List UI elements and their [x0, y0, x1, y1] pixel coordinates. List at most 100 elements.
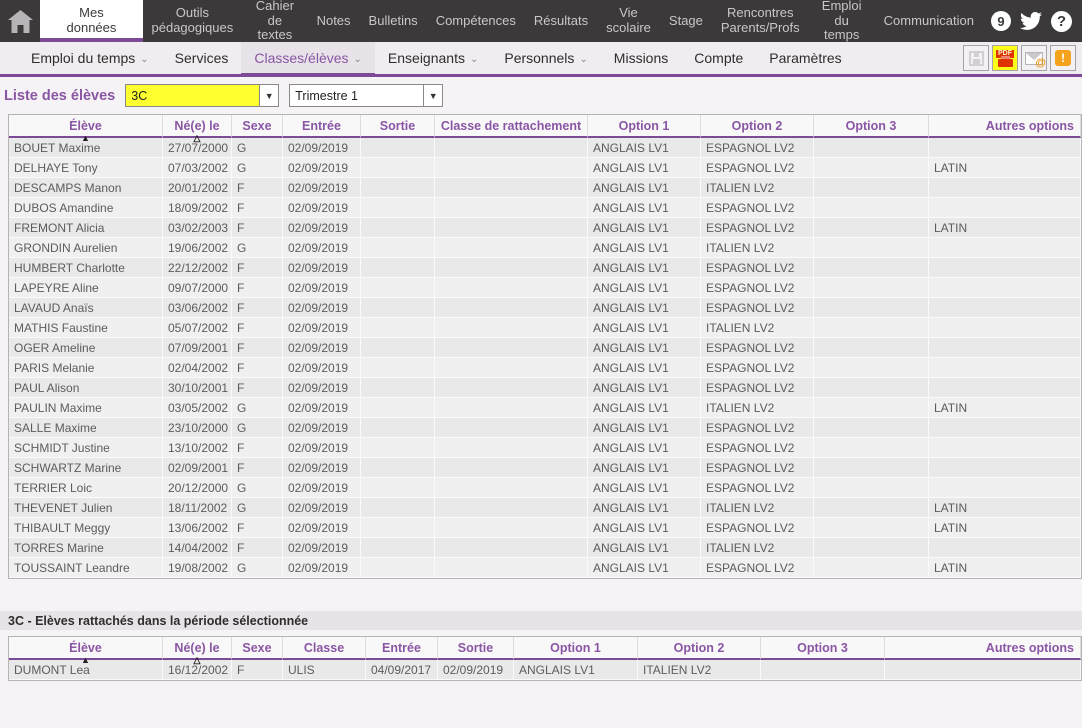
student-row[interactable]: THEVENET Julien 18/11/2002 G 02/09/2019 ANGL… — [9, 498, 1081, 518]
subnav-missions[interactable]: Missions — [601, 42, 681, 74]
subnav-personnels[interactable]: Personnels ⌄ — [491, 42, 600, 74]
col-autres-options[interactable]: Autres options — [929, 115, 1081, 138]
class-select[interactable]: 3C ▼ — [125, 84, 280, 107]
col-ne-le[interactable]: Né(e) le △ — [163, 637, 232, 665]
chevron-down-icon[interactable]: ▼ — [423, 84, 444, 107]
student-row[interactable]: OGER Ameline 07/09/2001 F 02/09/2019 ANGLAIS… — [9, 338, 1081, 358]
tab-communication[interactable]: Communication — [875, 13, 983, 29]
subnav-enseignants[interactable]: Enseignants ⌄ — [375, 42, 491, 74]
col-entree[interactable]: Entrée — [366, 637, 438, 660]
col-sexe[interactable]: Sexe — [232, 115, 283, 138]
tab-outils-pedagogiques[interactable]: Outils pédagogiques — [143, 0, 243, 42]
cell: F — [232, 198, 283, 218]
cell: DUBOS Amandine — [9, 198, 163, 218]
subnav-classes-eleves[interactable]: Classes/élèves ⌄ — [241, 42, 375, 77]
col-eleve[interactable]: Élève ▲ — [9, 637, 163, 665]
tab-label: Bulletins — [368, 12, 418, 28]
col-eleve[interactable]: Élève ▲ — [9, 115, 163, 143]
cell — [814, 238, 929, 258]
period-select[interactable]: Trimestre 1 ▼ — [289, 84, 444, 107]
tab-resultats[interactable]: Résultats — [525, 0, 597, 42]
student-row[interactable]: PARIS Melanie 02/04/2002 F 02/09/2019 ANGLAI… — [9, 358, 1081, 378]
notification-badge[interactable]: 9 — [991, 11, 1011, 31]
col-option-1[interactable]: Option 1 — [514, 637, 638, 660]
tab-mes-donnees[interactable]: Mes données — [40, 0, 143, 42]
col-option-1[interactable]: Option 1 — [588, 115, 701, 138]
twitter-icon[interactable] — [1019, 9, 1043, 33]
tab-notes[interactable]: Notes — [308, 0, 360, 42]
cell — [435, 218, 588, 238]
col-option-2[interactable]: Option 2 — [638, 637, 761, 660]
student-row[interactable]: TOUSSAINT Leandre 19/08/2002 G 02/09/2019 AN… — [9, 558, 1081, 578]
student-row[interactable]: DESCAMPS Manon 20/01/2002 F 02/09/2019 ANGLA… — [9, 178, 1081, 198]
cell: F — [232, 218, 283, 238]
col-entree[interactable]: Entrée — [283, 115, 361, 138]
cell: PAUL Alison — [9, 378, 163, 398]
col-classe[interactable]: Classe — [283, 637, 366, 660]
tab-bulletins[interactable]: Bulletins — [360, 0, 427, 42]
student-row[interactable]: DUMONT Lea 16/12/2002 F ULIS 04/09/2017 02/09… — [9, 660, 1081, 680]
student-row[interactable]: PAULIN Maxime 03/05/2002 G 02/09/2019 ANGLAI… — [9, 398, 1081, 418]
cell: 07/03/2002 — [163, 158, 232, 178]
cell: F — [232, 438, 283, 458]
col-option-2[interactable]: Option 2 — [701, 115, 814, 138]
student-row[interactable]: SCHMIDT Justine 13/10/2002 F 02/09/2019 ANGL… — [9, 438, 1081, 458]
cell: F — [232, 358, 283, 378]
cell — [814, 538, 929, 558]
student-row[interactable]: FREMONT Alicia 03/02/2003 F 02/09/2019 ANGLA… — [9, 218, 1081, 238]
cell: ANGLAIS LV1 — [588, 318, 701, 338]
student-row[interactable]: GRONDIN Aurelien 19/06/2002 G 02/09/2019 ANG… — [9, 238, 1081, 258]
tab-vie-scolaire[interactable]: Vie scolaire — [597, 0, 660, 42]
student-row[interactable]: THIBAULT Meggy 13/06/2002 F 02/09/2019 ANGLA… — [9, 518, 1081, 538]
col-ne-le[interactable]: Né(e) le △ — [163, 115, 232, 143]
subnav-services[interactable]: Services — [162, 42, 242, 74]
tab-competences[interactable]: Compétences — [427, 0, 525, 42]
cell: ANGLAIS LV1 — [588, 338, 701, 358]
student-row[interactable]: HUMBERT Charlotte 22/12/2002 F 02/09/2019 AN… — [9, 258, 1081, 278]
col-option-3[interactable]: Option 3 — [761, 637, 885, 660]
student-row[interactable]: SCHWARTZ Marine 02/09/2001 F 02/09/2019 ANGL… — [9, 458, 1081, 478]
cell: LATIN — [929, 218, 1081, 238]
cell — [361, 298, 435, 318]
alert-button[interactable]: ! — [1050, 45, 1076, 71]
save-button[interactable] — [963, 45, 989, 71]
home-button[interactable] — [0, 0, 40, 42]
cell: F — [232, 378, 283, 398]
col-sexe[interactable]: Sexe — [232, 637, 283, 660]
tab-rencontres-parents-profs[interactable]: Rencontres Parents/Profs — [712, 0, 809, 42]
col-sortie[interactable]: Sortie — [361, 115, 435, 138]
subnav-compte[interactable]: Compte — [681, 42, 756, 74]
subnav-parametres[interactable]: Paramètres — [756, 42, 854, 74]
col-sortie[interactable]: Sortie — [438, 637, 514, 660]
col-classe-rattachement[interactable]: Classe de rattachement — [435, 115, 588, 138]
student-row[interactable]: LAVAUD Anaïs 03/06/2002 F 02/09/2019 ANGLAIS… — [9, 298, 1081, 318]
student-row[interactable]: BOUET Maxime 27/07/2000 G 02/09/2019 ANGLAIS… — [9, 138, 1081, 158]
cell — [435, 138, 588, 158]
tab-stage[interactable]: Stage — [660, 0, 712, 42]
cell — [814, 518, 929, 538]
col-autres-options[interactable]: Autres options — [885, 637, 1081, 660]
cell — [435, 458, 588, 478]
tab-cahier-de-textes[interactable]: Cahier de textes — [242, 0, 307, 42]
mail-button[interactable]: @ — [1021, 45, 1047, 71]
student-row[interactable]: MATHIS Faustine 05/07/2002 F 02/09/2019 ANGL… — [9, 318, 1081, 338]
col-option-3[interactable]: Option 3 — [814, 115, 929, 138]
student-row[interactable]: TORRES Marine 14/04/2002 F 02/09/2019 ANGLAI… — [9, 538, 1081, 558]
subnav-emploi-du-temps[interactable]: Emploi du temps ⌄ — [18, 42, 162, 74]
student-row[interactable]: TERRIER Loic 20/12/2000 G 02/09/2019 ANGLAIS… — [9, 478, 1081, 498]
student-row[interactable]: DELHAYE Tony 07/03/2002 G 02/09/2019 ANGLAIS… — [9, 158, 1081, 178]
student-row[interactable]: SALLE Maxime 23/10/2000 G 02/09/2019 ANGLAIS… — [9, 418, 1081, 438]
cell — [435, 178, 588, 198]
cell: HUMBERT Charlotte — [9, 258, 163, 278]
pdf-print-button[interactable]: PDF — [992, 45, 1018, 71]
chevron-down-icon: ⌄ — [140, 53, 149, 65]
help-icon[interactable]: ? — [1051, 10, 1072, 32]
chevron-down-icon[interactable]: ▼ — [259, 84, 280, 107]
subnav-label: Compte — [694, 50, 744, 66]
cell: 20/12/2000 — [163, 478, 232, 498]
student-row[interactable]: PAUL Alison 30/10/2001 F 02/09/2019 ANGLAIS … — [9, 378, 1081, 398]
student-row[interactable]: DUBOS Amandine 18/09/2002 F 02/09/2019 ANGLA… — [9, 198, 1081, 218]
cell: 02/09/2019 — [283, 438, 361, 458]
tab-emploi-du-temps[interactable]: Emploi du temps — [809, 0, 875, 42]
student-row[interactable]: LAPEYRE Aline 09/07/2000 F 02/09/2019 ANGLAI… — [9, 278, 1081, 298]
